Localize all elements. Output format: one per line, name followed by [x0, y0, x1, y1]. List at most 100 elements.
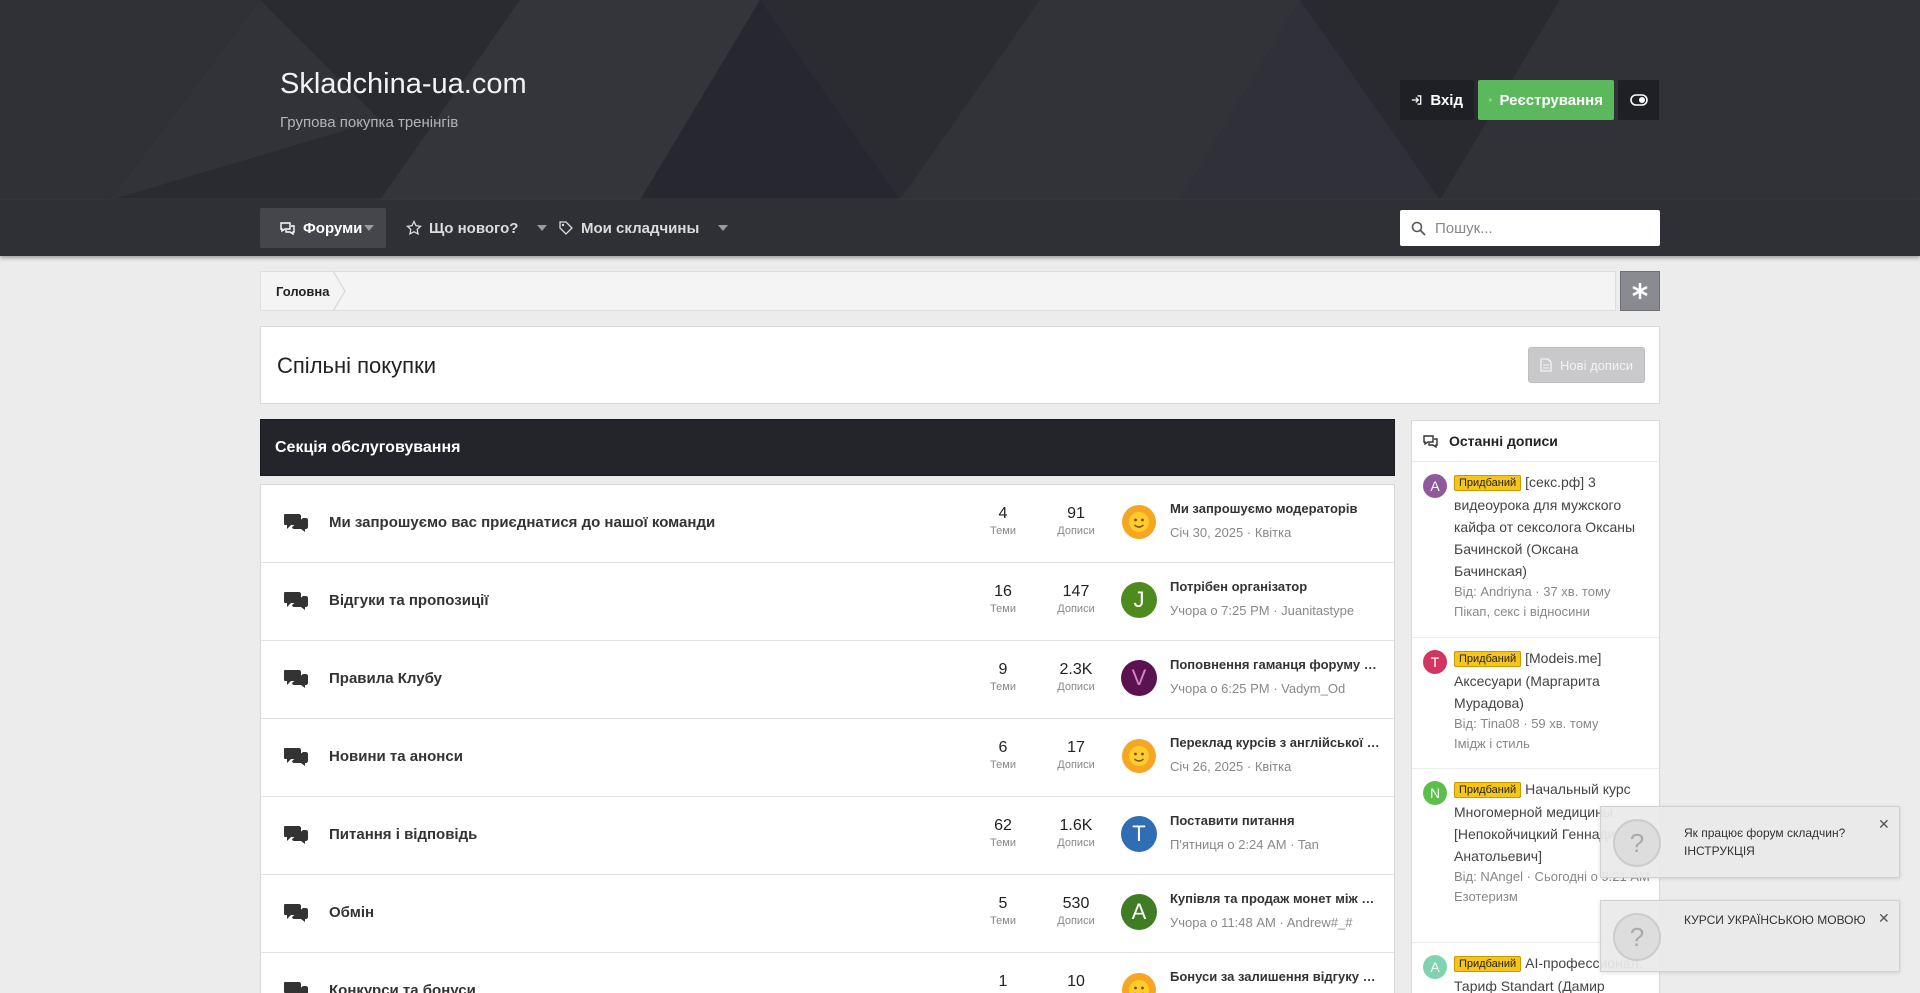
notice-popup[interactable]: ? Як працює форум складчин? ІНСТРУКЦІЯ ✕ [1600, 806, 1900, 878]
forum-title[interactable]: Питання і відповідь [329, 826, 477, 843]
post-meta: Від: Tina08 · 59 хв. тому [1454, 716, 1599, 731]
section-title: Секція обслуговування [275, 439, 461, 456]
forum-title[interactable]: Новини та анонси [329, 748, 463, 765]
search-icon [1411, 221, 1426, 236]
chevron-down-icon[interactable] [718, 225, 729, 231]
avatar[interactable]: T [1423, 650, 1447, 674]
notice-subtext[interactable]: ІНСТРУКЦІЯ [1684, 844, 1755, 858]
register-button[interactable]: Реєстрування [1478, 80, 1614, 120]
post-meta: Від: Andriyna · 37 хв. тому [1454, 584, 1611, 599]
posts-stat: 10Дописи [1067, 973, 1085, 990]
threads-stat: 16 Теми [990, 583, 1016, 615]
comments-icon [284, 826, 308, 844]
search-box[interactable] [1400, 210, 1660, 246]
forum-row[interactable]: Питання і відповідь 62 Теми 1.6K Дописи T … [261, 797, 1394, 875]
quick-actions-button[interactable] [1620, 271, 1660, 311]
last-post-meta: Січ 30, 2025 · Квітка [1170, 525, 1292, 540]
page-title: Спільні покупки [277, 353, 436, 378]
forum-row[interactable]: Правила Клубу 9 Теми 2.3K Дописи V Поповне… [261, 641, 1394, 719]
widget-title: Останні дописи [1449, 433, 1558, 449]
register-label: Реєстрування [1499, 91, 1604, 109]
site-title[interactable]: Skladchina-ua.com [280, 68, 527, 101]
threads-stat: 62 Теми [990, 817, 1016, 849]
tag-icon [559, 221, 573, 235]
plus-square-icon [1489, 98, 1492, 102]
close-icon[interactable]: ✕ [1878, 816, 1890, 833]
forum-title[interactable]: Відгуки та пропозиції [329, 592, 489, 609]
page-header: Спільні покупки Нові дописи [260, 326, 1660, 404]
comments-icon [284, 904, 308, 922]
avatar[interactable]: A [1121, 894, 1157, 930]
avatar[interactable]: V [1121, 660, 1157, 696]
avatar[interactable]: T [1121, 816, 1157, 852]
avatar[interactable]: A [1423, 955, 1447, 979]
theme-toggle-button[interactable] [1618, 80, 1659, 120]
comments-icon [284, 748, 308, 766]
widget-header[interactable]: Останні дописи [1412, 421, 1659, 462]
threads-stat: 6 Теми [990, 739, 1016, 771]
forum-title[interactable]: Ми запрошуємо вас приєднатися до нашої к… [329, 514, 715, 531]
forum-title[interactable]: Правила Клубу [329, 670, 442, 687]
tab-forums[interactable]: Форуми [260, 208, 386, 248]
forum-row[interactable]: Відгуки та пропозиції 16 Теми 147 Дописи J… [261, 563, 1394, 641]
chevron-down-icon[interactable] [364, 225, 374, 231]
comments-icon [1423, 434, 1438, 448]
last-post-title[interactable]: Потрібен організатор [1170, 579, 1380, 594]
list-item[interactable]: A Придбаний [секс.рф] 3 видеоурока для му… [1412, 462, 1659, 638]
tab-my-skladchiny[interactable]: Мои складчины [558, 208, 729, 248]
status-badge: Придбаний [1454, 475, 1522, 491]
chevron-down-icon[interactable] [537, 225, 548, 231]
sun-avatar[interactable] [1121, 738, 1157, 774]
last-post-title[interactable]: Поставити питання [1170, 813, 1380, 828]
section-header[interactable]: Секція обслуговування [260, 419, 1395, 476]
last-post-title[interactable]: Бонуси за залишення відгуку до складчини [1170, 969, 1380, 984]
comments-icon [280, 221, 295, 235]
threads-stat: 1Теми [998, 973, 1008, 990]
site-subtitle: Групова покупка тренінгів [280, 114, 459, 131]
last-post-title[interactable]: Ми запрошуємо модераторів [1170, 501, 1380, 516]
breadcrumb-separator [333, 271, 346, 311]
notice-text[interactable]: Як працює форум складчин? [1684, 826, 1845, 840]
posts-stat: 17 Дописи [1057, 739, 1095, 771]
forum-row[interactable]: Новини та анонси 6 Теми 17 Дописи Переклад… [261, 719, 1394, 797]
comments-icon [284, 670, 308, 688]
sun-avatar[interactable] [1121, 972, 1157, 993]
forum-row[interactable]: Конкурси та бонуси 1Теми 10Дописи Бонуси… [261, 953, 1394, 993]
forum-row[interactable]: Обмін 5 Теми 530 Дописи A Купівля та прода… [261, 875, 1394, 953]
search-input[interactable] [1435, 219, 1635, 237]
star-icon [406, 220, 422, 236]
tab-my-skladchiny-label: Мои складчины [581, 219, 700, 237]
status-badge: Придбаний [1454, 956, 1522, 972]
tab-whats-new-label: Що нового? [429, 219, 519, 237]
avatar[interactable]: A [1423, 474, 1447, 498]
toggle-icon [1629, 94, 1648, 106]
post-forum[interactable]: Пікап, секс і відносини [1454, 602, 1650, 622]
list-item[interactable]: T Придбаний [Modeis.me] Аксесуари (Маргар… [1412, 638, 1659, 769]
last-post-title[interactable]: Переклад курсів з англійської мови [1170, 735, 1380, 750]
sun-avatar[interactable] [1121, 504, 1157, 540]
breadcrumb: Головна [260, 271, 1616, 311]
post-text: Придбаний [секс.рф] 3 видеоурока для мужс… [1454, 471, 1650, 622]
avatar[interactable]: J [1121, 582, 1157, 618]
post-forum[interactable]: Імідж і стиль [1454, 734, 1650, 754]
tab-forums-label: Форуми [303, 219, 363, 237]
last-post-meta: Січ 26, 2025 · Квітка [1170, 759, 1292, 774]
last-post-title[interactable]: Поповнення гаманця форуму Складчина [1170, 657, 1380, 672]
notice-popup[interactable]: ? КУРСИ УКРАЇНСЬКОЮ МОВОЮ ✕ [1600, 900, 1900, 972]
last-post-title[interactable]: Купівля та продаж монет між учасниками [1170, 891, 1380, 906]
notice-text[interactable]: КУРСИ УКРАЇНСЬКОЮ МОВОЮ [1684, 913, 1866, 927]
avatar[interactable]: N [1423, 781, 1447, 805]
post-text: Придбаний [Modeis.me] Аксесуари (Маргарит… [1454, 647, 1650, 754]
forum-row[interactable]: Ми запрошуємо вас приєднатися до нашої к… [261, 485, 1394, 563]
question-icon: ? [1613, 913, 1661, 961]
last-post-meta: П'ятниця о 2:24 AM · Tan [1170, 837, 1319, 852]
close-icon[interactable]: ✕ [1878, 910, 1890, 927]
comments-icon [284, 592, 308, 610]
last-post-meta: Учора о 7:25 PM · Juanitastype [1170, 603, 1355, 618]
tab-whats-new[interactable]: Що нового? [406, 208, 548, 248]
new-posts-button[interactable]: Нові дописи [1528, 347, 1645, 383]
login-button[interactable]: Вхід [1400, 80, 1474, 120]
last-post-meta: Учора о 6:25 PM · Vadym_Od [1170, 681, 1346, 696]
forum-title[interactable]: Обмін [329, 904, 374, 921]
forum-title[interactable]: Конкурси та бонуси [329, 982, 476, 993]
